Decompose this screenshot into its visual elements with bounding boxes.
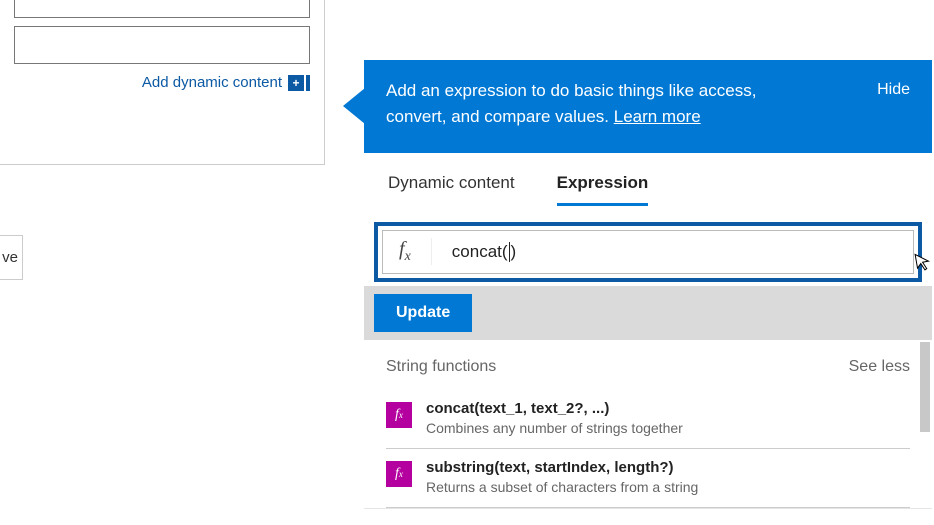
form-card: Add dynamic content +	[0, 0, 325, 165]
function-description: Returns a subset of characters from a st…	[426, 479, 698, 495]
tab-dynamic-content[interactable]: Dynamic content	[388, 173, 515, 206]
form-field-1[interactable]	[14, 0, 310, 18]
expression-panel: Add an expression to do basic things lik…	[364, 60, 932, 509]
function-signature: concat(text_1, text_2?, ...)	[426, 400, 683, 417]
form-field-2[interactable]	[14, 26, 310, 64]
function-signature: substring(text, startIndex, length?)	[426, 459, 698, 476]
banner-text: Add an expression to do basic things lik…	[386, 78, 816, 131]
text-caret-icon	[509, 242, 510, 262]
save-button-fragment[interactable]: ve	[0, 235, 23, 280]
callout-pointer-icon	[343, 88, 365, 124]
fx-icon: fx	[386, 461, 412, 487]
function-list: fx concat(text_1, text_2?, ...) Combines…	[386, 390, 910, 508]
expression-input-highlight: fx concat()	[374, 222, 922, 282]
learn-more-link[interactable]: Learn more	[614, 107, 701, 126]
add-dynamic-content-icon[interactable]: +	[288, 75, 310, 91]
info-banner: Add an expression to do basic things lik…	[364, 60, 932, 153]
fx-icon: fx	[386, 402, 412, 428]
function-list-wrap: String functions See less fx concat(text…	[364, 340, 932, 508]
hide-button[interactable]: Hide	[877, 81, 910, 99]
expression-input[interactable]: fx concat()	[382, 230, 914, 274]
update-button[interactable]: Update	[374, 294, 472, 332]
section-title: String functions	[386, 358, 496, 376]
function-item-concat[interactable]: fx concat(text_1, text_2?, ...) Combines…	[386, 390, 910, 449]
see-less-toggle[interactable]: See less	[849, 358, 910, 376]
expression-text[interactable]: concat()	[432, 242, 516, 262]
function-item-substring[interactable]: fx substring(text, startIndex, length?) …	[386, 449, 910, 508]
scrollbar-thumb[interactable]	[920, 342, 930, 432]
tabs: Dynamic content Expression	[364, 153, 932, 206]
function-description: Combines any number of strings together	[426, 420, 683, 436]
action-bar: Update	[364, 286, 932, 340]
banner-message: Add an expression to do basic things lik…	[386, 81, 756, 126]
tab-expression[interactable]: Expression	[557, 173, 649, 206]
fx-icon: fx	[383, 238, 432, 265]
add-dynamic-content-link[interactable]: Add dynamic content	[142, 74, 282, 91]
